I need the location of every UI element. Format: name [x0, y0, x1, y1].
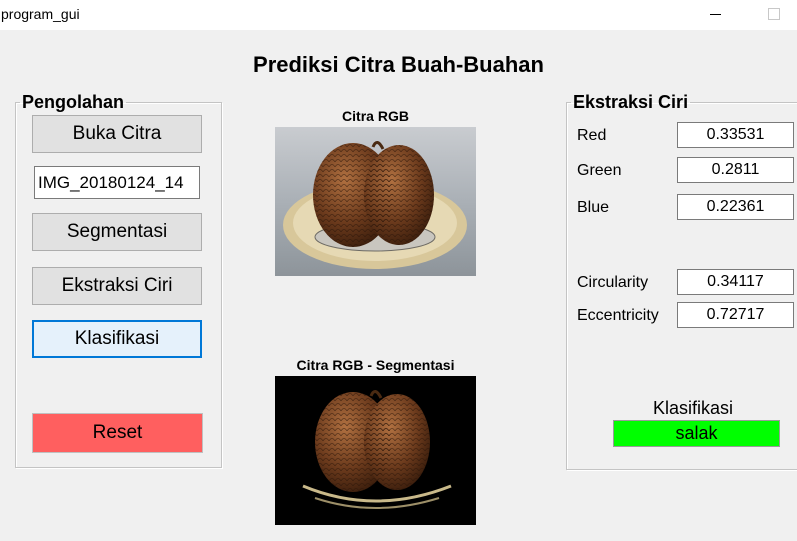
- citra-segmentasi-title: Citra RGB - Segmentasi: [296, 357, 455, 373]
- filename-field[interactable]: IMG_20180124_14: [34, 166, 200, 199]
- page-title: Prediksi Citra Buah-Buahan: [253, 52, 544, 77]
- window-title: program_gui: [1, 6, 80, 22]
- circularity-value-field[interactable]: 0.34117: [677, 269, 794, 295]
- blue-label: Blue: [577, 199, 610, 216]
- green-value-field[interactable]: 0.2811: [677, 157, 794, 183]
- ekstraksi-ciri-legend: Ekstraksi Ciri: [573, 92, 689, 112]
- green-label: Green: [577, 162, 622, 179]
- window-titlebar: program_gui: [0, 0, 797, 30]
- citra-rgb-title: Citra RGB: [342, 108, 409, 124]
- red-label: Red: [577, 127, 607, 144]
- citra-rgb-image: [275, 127, 476, 276]
- buka-citra-button[interactable]: Buka Citra: [32, 115, 202, 153]
- klasifikasi-result: salak: [613, 420, 780, 447]
- pengolahan-legend: Pengolahan: [22, 92, 125, 112]
- citra-segmentasi-image: [275, 376, 476, 525]
- circularity-label: Circularity: [577, 274, 649, 291]
- maximize-icon[interactable]: [750, 0, 796, 30]
- klasifikasi-button[interactable]: Klasifikasi: [32, 320, 202, 358]
- eccentricity-value-field[interactable]: 0.72717: [677, 302, 794, 328]
- ekstraksi-ciri-button[interactable]: Ekstraksi Ciri: [32, 267, 202, 305]
- klasifikasi-label: Klasifikasi: [652, 398, 734, 418]
- red-value-field[interactable]: 0.33531: [677, 122, 794, 148]
- minimize-icon[interactable]: [694, 0, 740, 30]
- blue-value-field[interactable]: 0.22361: [677, 194, 794, 220]
- segmentasi-button[interactable]: Segmentasi: [32, 213, 202, 251]
- eccentricity-label: Eccentricity: [577, 307, 659, 324]
- reset-button[interactable]: Reset: [32, 413, 203, 453]
